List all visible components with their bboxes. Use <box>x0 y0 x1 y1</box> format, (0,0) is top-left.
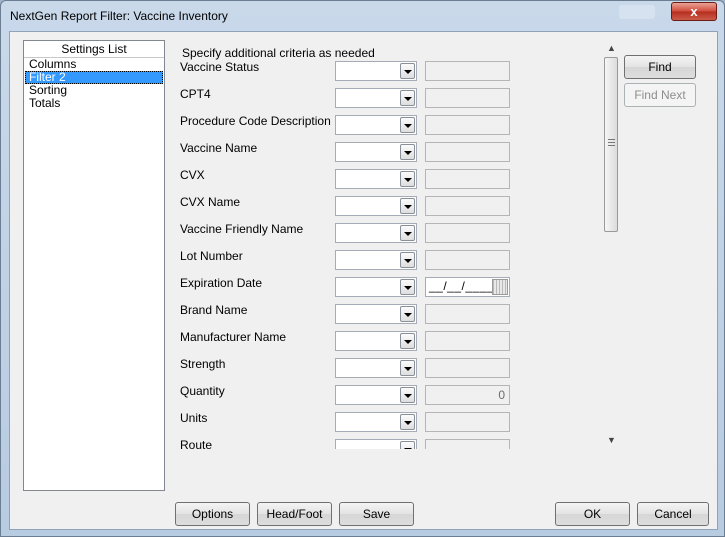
chevron-down-icon[interactable] <box>400 279 415 295</box>
filter-label: Route <box>180 438 213 449</box>
operator-dropdown[interactable] <box>335 412 417 432</box>
options-button[interactable]: Options <box>175 502 250 526</box>
criteria-value-field[interactable] <box>425 196 510 216</box>
filter-label: Brand Name <box>180 303 248 317</box>
filter-label: Quantity <box>180 384 225 398</box>
criteria-value-field[interactable] <box>425 61 510 81</box>
chevron-down-icon[interactable] <box>400 414 415 430</box>
filter-scrollbar[interactable]: ▲ ▼ <box>603 40 620 449</box>
chevron-down-icon[interactable] <box>400 360 415 376</box>
find-button[interactable]: Find <box>624 55 696 79</box>
operator-dropdown[interactable] <box>335 304 417 324</box>
close-button[interactable]: x <box>671 2 717 21</box>
criteria-value-field[interactable] <box>425 331 510 351</box>
chevron-down-icon[interactable] <box>400 387 415 403</box>
report-filter-window: NextGen Report Filter: Vaccine Inventory… <box>0 0 725 537</box>
criteria-value-field[interactable] <box>425 358 510 378</box>
operator-dropdown[interactable] <box>335 385 417 405</box>
grip-line <box>608 139 615 140</box>
criteria-value-field[interactable]: 0 <box>425 385 510 405</box>
filter-label: Manufacturer Name <box>180 330 287 344</box>
chevron-down-icon[interactable] <box>400 63 415 79</box>
criteria-value-field[interactable] <box>425 439 510 449</box>
dialog-body: Settings List Columns Filter 2 Sorting T… <box>9 31 718 530</box>
calendar-icon[interactable] <box>492 279 508 295</box>
grip-line <box>608 145 615 146</box>
chevron-down-icon[interactable] <box>400 306 415 322</box>
filter-label: Procedure Code Description <box>180 114 331 128</box>
cancel-button[interactable]: Cancel <box>637 502 709 526</box>
operator-dropdown[interactable] <box>335 61 417 81</box>
operator-dropdown[interactable] <box>335 331 417 351</box>
chevron-down-icon[interactable] <box>400 171 415 187</box>
operator-dropdown[interactable] <box>335 439 417 449</box>
titlebar-minimize-ghost <box>619 5 655 19</box>
operator-dropdown[interactable] <box>335 250 417 270</box>
operator-dropdown[interactable] <box>335 196 417 216</box>
chevron-down-icon[interactable] <box>400 198 415 214</box>
expiration-date-input[interactable]: __/__/____ <box>425 277 510 297</box>
criteria-value-field[interactable] <box>425 250 510 270</box>
ok-button[interactable]: OK <box>555 502 630 526</box>
title-bar[interactable]: NextGen Report Filter: Vaccine Inventory… <box>1 1 724 31</box>
filter-label: CVX <box>180 168 205 182</box>
chevron-down-icon[interactable] <box>400 441 415 449</box>
filter-label: CVX Name <box>180 195 241 209</box>
scroll-up-icon[interactable]: ▲ <box>603 40 620 57</box>
filter-label: Vaccine Name <box>180 141 258 155</box>
scroll-thumb[interactable] <box>604 57 618 232</box>
chevron-down-icon[interactable] <box>400 333 415 349</box>
scroll-down-icon[interactable]: ▼ <box>603 432 620 449</box>
criteria-value-field[interactable] <box>425 412 510 432</box>
operator-dropdown[interactable] <box>335 277 417 297</box>
chevron-down-icon[interactable] <box>400 117 415 133</box>
find-next-button[interactable]: Find Next <box>624 83 696 107</box>
filter-label: Strength <box>180 357 226 371</box>
operator-dropdown[interactable] <box>335 142 417 162</box>
criteria-value-field[interactable] <box>425 223 510 243</box>
filter-label: Lot Number <box>180 249 243 263</box>
window-title: NextGen Report Filter: Vaccine Inventory <box>10 9 228 23</box>
filter-label: Units <box>180 411 208 425</box>
close-icon: x <box>690 4 698 19</box>
date-mask: __/__/____ <box>429 279 495 293</box>
filter-label: Expiration Date <box>180 276 263 290</box>
criteria-value-field[interactable] <box>425 304 510 324</box>
save-button[interactable]: Save <box>339 502 414 526</box>
filter-label: CPT4 <box>180 87 211 101</box>
operator-dropdown[interactable] <box>335 169 417 189</box>
criteria-value-field[interactable] <box>425 115 510 135</box>
chevron-down-icon[interactable] <box>400 90 415 106</box>
chevron-down-icon[interactable] <box>400 225 415 241</box>
head-foot-button[interactable]: Head/Foot <box>257 502 332 526</box>
filter-label: Vaccine Status <box>180 60 260 74</box>
operator-dropdown[interactable] <box>335 115 417 135</box>
chevron-down-icon[interactable] <box>400 252 415 268</box>
operator-dropdown[interactable] <box>335 358 417 378</box>
criteria-value-field[interactable] <box>425 88 510 108</box>
operator-dropdown[interactable] <box>335 88 417 108</box>
chevron-down-icon[interactable] <box>400 144 415 160</box>
criteria-value-field[interactable] <box>425 169 510 189</box>
filter-rows: Vaccine Status CPT4 Procedure Code Descrip… <box>10 32 610 449</box>
grip-line <box>608 142 615 143</box>
operator-dropdown[interactable] <box>335 223 417 243</box>
filter-label: Vaccine Friendly Name <box>180 222 304 236</box>
criteria-value-field[interactable] <box>425 142 510 162</box>
